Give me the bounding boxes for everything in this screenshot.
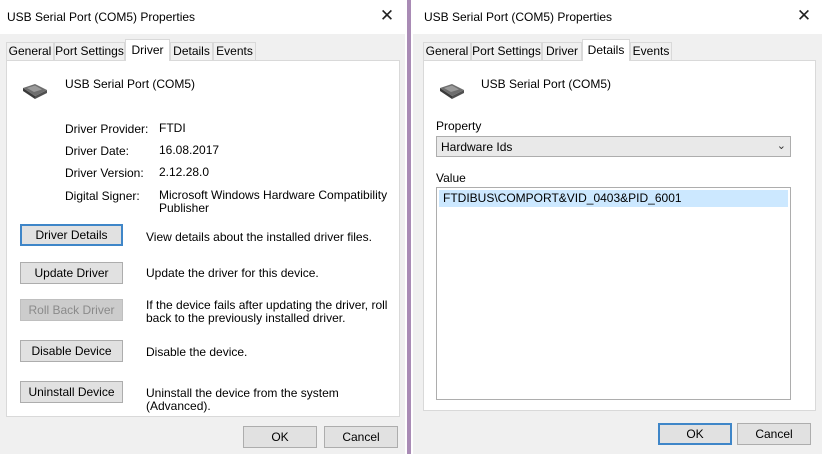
ok-button[interactable]: OK	[243, 426, 317, 448]
device-name: USB Serial Port (COM5)	[481, 77, 612, 91]
device-name: USB Serial Port (COM5)	[65, 77, 196, 91]
tab-port-settings[interactable]: Port Settings	[471, 42, 542, 60]
property-label: Property	[436, 119, 482, 133]
value-label: Value	[436, 171, 466, 185]
cancel-button[interactable]: Cancel	[737, 423, 811, 445]
tab-details[interactable]: Details	[170, 42, 213, 60]
driver-version-label: Driver Version:	[65, 166, 144, 180]
usb-serial-connector-icon	[23, 84, 47, 99]
driver-date-label: Driver Date:	[65, 144, 130, 158]
tab-events[interactable]: Events	[630, 42, 672, 60]
driver-provider-label: Driver Provider:	[65, 122, 149, 136]
value-listbox[interactable]: FTDIBUS\COMPORT&VID_0403&PID_6001	[436, 187, 791, 400]
window-divider	[405, 0, 413, 454]
title-bar: USB Serial Port (COM5) Properties ✕	[413, 0, 822, 34]
usb-serial-connector-icon	[440, 84, 464, 99]
tab-events[interactable]: Events	[213, 42, 256, 60]
tab-general[interactable]: General	[6, 42, 54, 60]
ok-button[interactable]: OK	[658, 423, 732, 445]
property-dropdown[interactable]: Hardware Ids ⌄	[436, 136, 791, 157]
details-tab-panel: USB Serial Port (COM5) Property Hardware…	[423, 60, 816, 411]
details-properties-dialog: USB Serial Port (COM5) Properties ✕ Gene…	[413, 0, 822, 454]
driver-details-description: View details about the installed driver …	[146, 230, 372, 244]
roll-back-description-line2: back to the previously installed driver.	[146, 311, 346, 325]
close-icon[interactable]: ✕	[377, 6, 397, 26]
window-title: USB Serial Port (COM5) Properties	[7, 10, 196, 24]
disable-device-description: Disable the device.	[146, 345, 248, 359]
driver-details-button[interactable]: Driver Details	[20, 224, 123, 246]
tab-driver[interactable]: Driver	[542, 42, 582, 60]
driver-date-value: 16.08.2017	[159, 143, 220, 157]
tab-driver[interactable]: Driver	[125, 39, 170, 61]
roll-back-driver-button[interactable]: Roll Back Driver	[20, 299, 123, 321]
title-bar: USB Serial Port (COM5) Properties ✕	[0, 0, 405, 34]
digital-signer-label: Digital Signer:	[65, 189, 140, 203]
close-icon[interactable]: ✕	[794, 6, 814, 26]
uninstall-device-description: Uninstall the device from the system (Ad…	[146, 386, 339, 413]
update-driver-button[interactable]: Update Driver	[20, 262, 123, 284]
update-driver-description: Update the driver for this device.	[146, 266, 319, 280]
tab-details[interactable]: Details	[582, 39, 630, 61]
tab-port-settings[interactable]: Port Settings	[54, 42, 125, 60]
uninstall-device-button[interactable]: Uninstall Device	[20, 381, 123, 403]
chevron-down-icon: ⌄	[776, 140, 786, 152]
driver-version-value: 2.12.28.0	[159, 165, 210, 179]
tab-general[interactable]: General	[423, 42, 471, 60]
digital-signer-value-line2: Publisher	[159, 201, 210, 215]
cancel-button[interactable]: Cancel	[324, 426, 398, 448]
window-title: USB Serial Port (COM5) Properties	[424, 10, 613, 24]
disable-device-button[interactable]: Disable Device	[20, 340, 123, 362]
driver-properties-dialog: USB Serial Port (COM5) Properties ✕ Gene…	[0, 0, 405, 454]
driver-tab-panel: USB Serial Port (COM5) Driver Provider: …	[6, 60, 400, 417]
driver-provider-value: FTDI	[159, 121, 186, 135]
list-item[interactable]: FTDIBUS\COMPORT&VID_0403&PID_6001	[439, 190, 788, 207]
property-selected-value: Hardware Ids	[441, 140, 513, 154]
